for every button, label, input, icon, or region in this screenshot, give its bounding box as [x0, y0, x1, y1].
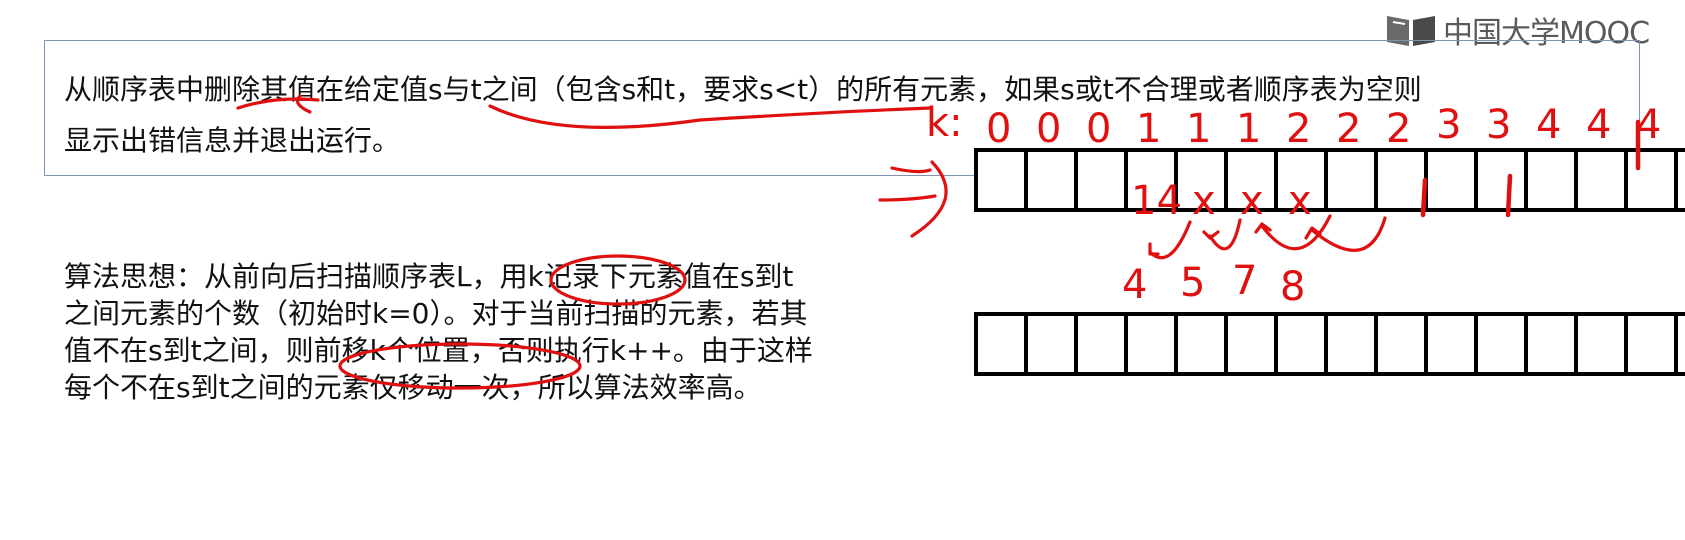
- bottom-array-cell: [1178, 316, 1224, 372]
- bottom-array-cell: [1078, 316, 1124, 372]
- move-target-8: 8: [1280, 264, 1305, 310]
- bottom-array-cell: [1028, 316, 1074, 372]
- bottom-array-cell: [1378, 316, 1424, 372]
- k-value: 0: [1036, 106, 1061, 152]
- k-label: k:: [926, 100, 963, 146]
- move-target-4: 4: [1122, 262, 1147, 308]
- top-array-cell: [1428, 152, 1474, 208]
- top-array-cell: [1528, 152, 1574, 208]
- k-value: 3: [1436, 102, 1461, 148]
- k-value: 1: [1136, 106, 1161, 152]
- top-array-cell: [1078, 152, 1124, 208]
- k-value: 4: [1586, 102, 1611, 148]
- top-array-cell: [1478, 152, 1524, 208]
- slide: 中国大学MOOC 从顺序表中删除其值在给定值s与t之间（包含s和t，要求s<t）…: [0, 0, 1685, 540]
- k-values: 000111222334444: [986, 102, 1661, 152]
- bottom-array-cell: [1578, 316, 1624, 372]
- top-array-cell: [1678, 152, 1685, 208]
- sweep-underline-ink: [488, 104, 932, 129]
- bottom-array-cell: [1478, 316, 1524, 372]
- k-value: 3: [1486, 102, 1511, 148]
- strike-cell-11: [1505, 173, 1513, 218]
- top-array: [974, 148, 1685, 212]
- deleted-mark-5: x: [1240, 178, 1264, 224]
- k-value: 0: [1086, 106, 1111, 152]
- k-value: 4: [1536, 102, 1561, 148]
- k-value: 2: [1336, 106, 1361, 152]
- bottom-array-cell: [1628, 316, 1674, 372]
- bottom-array-cell: [1678, 316, 1685, 372]
- k-value: 2: [1386, 106, 1411, 152]
- bottom-array-cell: [1528, 316, 1574, 372]
- arrow-ink: [878, 160, 948, 238]
- k-value: 1: [1186, 106, 1211, 152]
- bottom-array-cell: [978, 316, 1024, 372]
- top-array-cell: [1628, 152, 1674, 208]
- bottom-array: [974, 312, 1685, 376]
- k-value: 1: [1236, 106, 1261, 152]
- move-arrow-4: [1148, 220, 1192, 260]
- top-array-cell: [978, 152, 1024, 208]
- diagram-overlay: k: 000111222334444 14 x x x 4 5 7 8: [236, 94, 1685, 390]
- underline-ink: [236, 94, 320, 114]
- move-target-7: 7: [1232, 258, 1257, 304]
- bottom-array-cell: [1278, 316, 1324, 372]
- k-value: 2: [1286, 106, 1311, 152]
- deleted-mark-6: x: [1288, 178, 1312, 224]
- circle-ink-move-k: [338, 342, 582, 390]
- top-array-cell: [1378, 152, 1424, 208]
- bottom-array-cell: [1228, 316, 1274, 372]
- deleted-mark-3: 14: [1131, 178, 1182, 224]
- top-array-cell: [1328, 152, 1374, 208]
- strike-cell-9: [1420, 177, 1428, 218]
- bottom-array-cell: [1428, 316, 1474, 372]
- circle-ink-k-record: [549, 254, 687, 306]
- top-array-cell: [1578, 152, 1624, 208]
- move-arrow-5: [1202, 218, 1242, 251]
- bottom-array-cell: [1328, 316, 1374, 372]
- move-target-5: 5: [1180, 260, 1205, 306]
- move-arrow-8: [1304, 216, 1387, 252]
- top-array-cell: [1028, 152, 1074, 208]
- bottom-array-cell: [1128, 316, 1174, 372]
- k-value: 0: [986, 106, 1011, 152]
- deleted-mark-4: x: [1192, 178, 1216, 224]
